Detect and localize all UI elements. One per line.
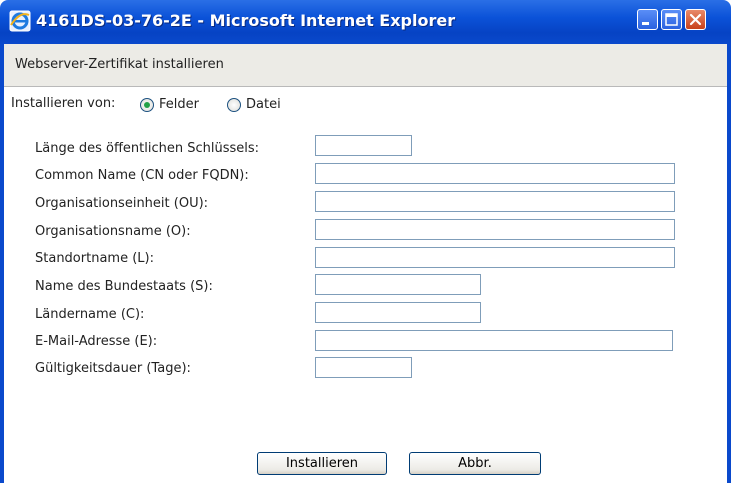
page-header: Webserver-Zertifikat installieren [4,44,727,87]
email-input[interactable] [315,330,673,351]
radio-felder[interactable] [140,98,154,112]
install-button[interactable]: Installieren [257,452,387,475]
locality-label: Standortname (L): [35,251,154,266]
org-unit-input[interactable] [315,191,675,212]
validity-input[interactable] [315,357,412,378]
internet-explorer-icon [9,9,31,33]
validity-label: Gültigkeitsdauer (Tage): [35,361,191,376]
title-bar[interactable]: 4161DS-03-76-2E - Microsoft Internet Exp… [0,0,731,44]
cancel-button[interactable]: Abbr. [409,452,541,475]
maximize-button[interactable] [661,9,682,30]
radio-felder-label[interactable]: Felder [159,97,199,112]
locality-input[interactable] [315,247,675,268]
country-input[interactable] [315,302,481,323]
maximize-icon [665,13,678,26]
common-name-label: Common Name (CN oder FQDN): [35,168,249,183]
radio-datei[interactable] [227,98,241,112]
key-length-input[interactable] [315,135,412,156]
install-from-label: Installieren von: [11,96,116,111]
country-label: Ländername (C): [35,307,145,322]
radio-datei-label[interactable]: Datei [246,97,281,112]
certificate-form: Installieren von: Felder Datei Länge des… [4,87,727,483]
org-name-input[interactable] [315,219,675,240]
minimize-button[interactable] [637,9,658,30]
state-label: Name des Bundestaats (S): [35,279,213,294]
state-input[interactable] [315,274,481,295]
org-unit-label: Organisationseinheit (OU): [35,196,209,211]
minimize-icon [642,22,649,25]
window-title: 4161DS-03-76-2E - Microsoft Internet Exp… [36,11,456,30]
close-button[interactable] [685,9,706,30]
email-label: E-Mail-Adresse (E): [35,334,158,349]
key-length-label: Länge des öffentlichen Schlüssels: [35,141,260,156]
common-name-input[interactable] [315,163,675,184]
window-frame-right [727,44,731,483]
browser-window: 4161DS-03-76-2E - Microsoft Internet Exp… [0,0,731,483]
close-icon [689,13,702,26]
org-name-label: Organisationsname (O): [35,224,191,239]
radio-selected-dot [144,102,150,108]
page-title: Webserver-Zertifikat installieren [15,57,224,72]
